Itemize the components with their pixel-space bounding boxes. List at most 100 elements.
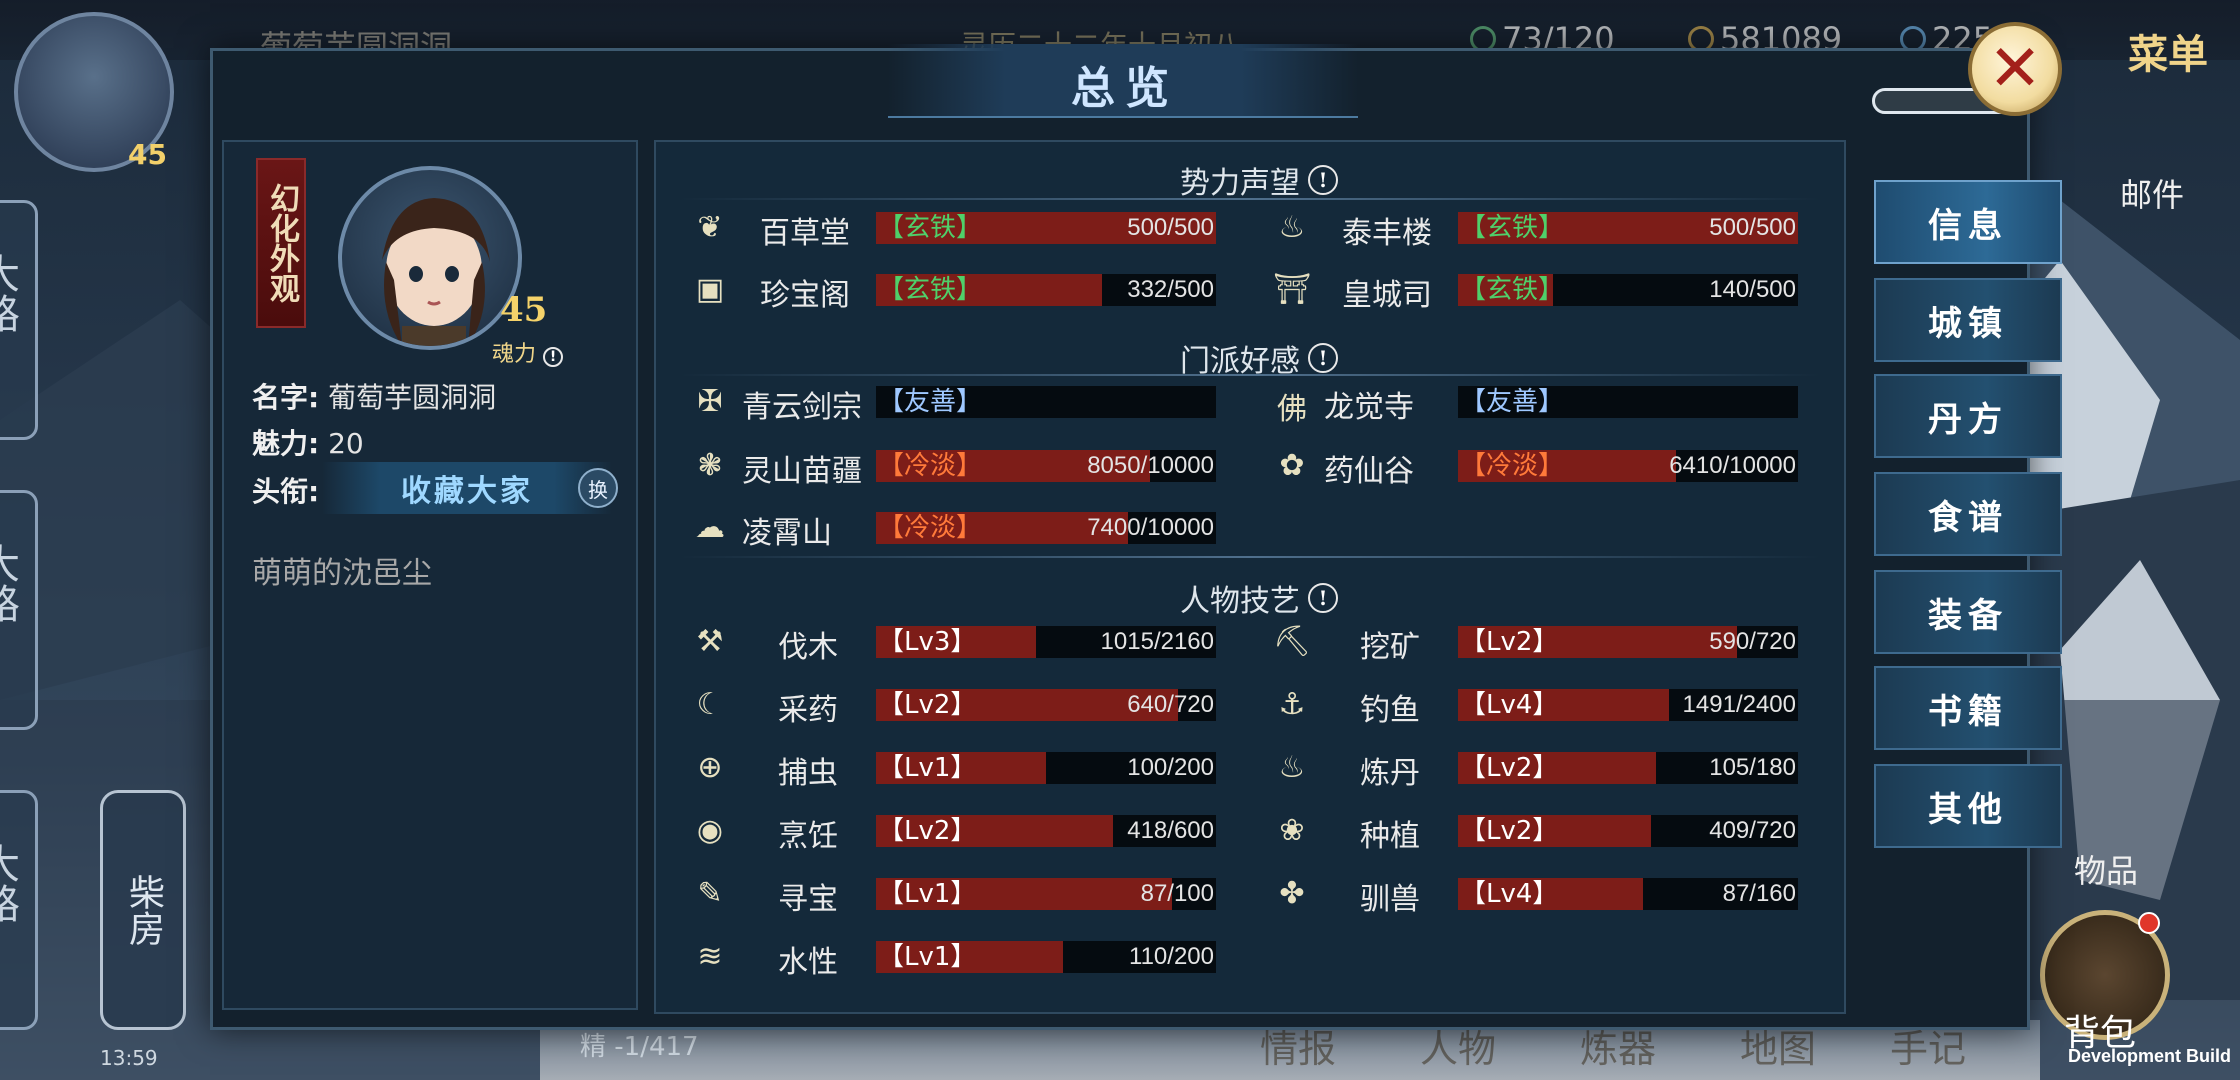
items-button[interactable]: 物品 xyxy=(2074,846,2138,892)
skill-row: ⊕ 捕虫 【Lv1】 100/200 xyxy=(690,746,1216,791)
left-road-tab-3[interactable]: 大路 xyxy=(0,790,38,1030)
axe-icon: ⚒ xyxy=(696,624,724,659)
charm-value: 20 xyxy=(328,427,364,460)
close-button[interactable]: ✕ xyxy=(1968,22,2062,116)
sect-tier-tag: 【友善】 xyxy=(878,387,983,417)
skills-section-title: 人物技艺 ! xyxy=(1180,576,1338,620)
swap-title-button[interactable]: 换 xyxy=(578,468,618,508)
skill-progress-bar: 【Lv2】 590/720 xyxy=(1458,626,1798,658)
skill-progress-bar: 【Lv2】 105/180 xyxy=(1458,752,1798,784)
reputation-row: ♨ 泰丰楼 【玄铁】 500/500 xyxy=(1272,206,1798,251)
cauldron-icon: ♨ xyxy=(1278,750,1306,785)
skill-name: 驯兽 xyxy=(1360,882,1420,917)
title-row: 头衔: xyxy=(252,470,319,510)
skill-name: 挖矿 xyxy=(1360,630,1420,665)
net-icon: ⊕ xyxy=(697,750,723,785)
soul-power-label[interactable]: 魂力 ! xyxy=(492,336,564,368)
reputation-name: 珍宝阁 xyxy=(760,278,850,313)
skill-name: 种植 xyxy=(1360,819,1420,854)
skill-name: 寻宝 xyxy=(778,882,838,917)
skill-value: 110/200 xyxy=(1129,943,1214,970)
skill-tier-tag: 【Lv2】 xyxy=(1460,816,1559,846)
tab-other[interactable]: 其他 xyxy=(1874,764,2062,848)
skill-value: 87/160 xyxy=(1722,880,1796,907)
sect-name: 青云剑宗 xyxy=(742,390,862,425)
sect-info-icon[interactable]: ! xyxy=(1308,343,1338,373)
menu-button[interactable]: 菜单 xyxy=(2128,22,2208,80)
appearance-button[interactable]: 幻化外观 xyxy=(256,158,306,328)
reputation-value: 332/500 xyxy=(1127,276,1214,303)
skill-name: 钓鱼 xyxy=(1360,693,1420,728)
sprout-icon: ❀ xyxy=(1279,813,1305,848)
left-road-tab-1[interactable]: 大路 xyxy=(0,200,38,440)
sect-row: ❃ 灵山苗疆 【冷淡】 8050/10000 xyxy=(690,444,1216,489)
skill-value: 418/600 xyxy=(1127,817,1214,844)
reputation-value: 500/500 xyxy=(1127,214,1214,241)
skill-row: ✎ 寻宝 【Lv1】 87/100 xyxy=(690,872,1216,917)
reputation-progress-bar: 【玄铁】 140/500 xyxy=(1458,274,1798,306)
name-label: 名字: xyxy=(252,381,320,414)
chest-icon: ▣ xyxy=(695,272,725,307)
sect-name: 凌霄山 xyxy=(742,516,832,551)
pot-icon: ◉ xyxy=(696,813,724,848)
skill-progress-bar: 【Lv1】 110/200 xyxy=(876,941,1216,973)
reputation-title-text: 势力声望 xyxy=(1180,166,1300,201)
sect-progress-bar: 【冷淡】 7400/10000 xyxy=(876,512,1216,544)
skill-row: ❀ 种植 【Lv2】 409/720 xyxy=(1272,809,1798,854)
section-divider xyxy=(680,556,1820,558)
skill-tier-tag: 【Lv4】 xyxy=(1460,690,1559,720)
signature-text[interactable]: 萌萌的沈邑尘 xyxy=(252,548,432,592)
reputation-row: ▣ 珍宝阁 【玄铁】 332/500 xyxy=(690,268,1216,313)
skill-name: 炼丹 xyxy=(1360,756,1420,791)
sect-tier-tag: 【冷淡】 xyxy=(1460,451,1565,481)
skill-value: 590/720 xyxy=(1709,628,1796,655)
woodshed-button[interactable]: 柴房 xyxy=(100,790,186,1030)
sect-section-title: 门派好感 ! xyxy=(1180,336,1338,380)
sect-tier-tag: 【冷淡】 xyxy=(878,513,983,543)
dish-icon: ♨ xyxy=(1278,210,1306,245)
reputation-tier-tag: 【玄铁】 xyxy=(1460,213,1565,243)
reputation-tier-tag: 【玄铁】 xyxy=(878,213,983,243)
mail-button[interactable]: 邮件 xyxy=(2120,170,2184,216)
skill-tier-tag: 【Lv2】 xyxy=(1460,627,1559,657)
skill-name: 伐木 xyxy=(778,630,838,665)
sect-progress-bar: 【友善】 xyxy=(876,386,1216,418)
skill-name: 采药 xyxy=(778,693,838,728)
skill-name: 水性 xyxy=(778,945,838,980)
sect-row: ✠ 青云剑宗 【友善】 xyxy=(690,380,1216,425)
reputation-tier-tag: 【玄铁】 xyxy=(1460,275,1565,305)
reputation-name: 泰丰楼 xyxy=(1342,216,1432,251)
skill-value: 1491/2400 xyxy=(1682,691,1796,718)
tab-recipes-alchemy[interactable]: 丹方 xyxy=(1874,374,2062,458)
sect-name: 龙觉寺 xyxy=(1324,390,1414,425)
sect-tier-tag: 【友善】 xyxy=(1460,387,1565,417)
tab-equipment[interactable]: 装备 xyxy=(1874,570,2062,654)
sect-value: 8050/10000 xyxy=(1087,452,1214,479)
skill-progress-bar: 【Lv4】 1491/2400 xyxy=(1458,689,1798,721)
title-label: 头衔: xyxy=(252,475,320,508)
skill-progress-bar: 【Lv1】 100/200 xyxy=(876,752,1216,784)
skill-value: 1015/2160 xyxy=(1100,628,1214,655)
sect-progress-bar: 【冷淡】 6410/10000 xyxy=(1458,450,1798,482)
tab-recipes-food[interactable]: 食谱 xyxy=(1874,472,2062,556)
title-badge: 收藏大家 xyxy=(322,462,612,514)
lotus-icon: ✿ xyxy=(1279,448,1305,483)
left-road-tab-2[interactable]: 大路 xyxy=(0,490,38,730)
charm-row: 魅力: 20 xyxy=(252,422,364,462)
sect-tier-tag: 【冷淡】 xyxy=(878,451,983,481)
soul-power-info-icon[interactable]: ! xyxy=(543,347,564,367)
skill-name: 烹饪 xyxy=(778,819,838,854)
skill-progress-bar: 【Lv2】 640/720 xyxy=(876,689,1216,721)
tab-books[interactable]: 书籍 xyxy=(1874,666,2062,750)
name-row: 名字: 葡萄芋圆洞洞 xyxy=(252,376,496,416)
skills-info-icon[interactable]: ! xyxy=(1308,583,1338,613)
soul-power-text: 魂力 xyxy=(492,342,537,367)
tab-info[interactable]: 信息 xyxy=(1874,180,2062,264)
reputation-progress-bar: 【玄铁】 500/500 xyxy=(1458,212,1798,244)
herb-icon: ❦ xyxy=(697,210,723,245)
sect-title-text: 门派好感 xyxy=(1180,344,1300,379)
reputation-row: ❦ 百草堂 【玄铁】 500/500 xyxy=(690,206,1216,251)
reputation-info-icon[interactable]: ! xyxy=(1308,165,1338,195)
tab-town[interactable]: 城镇 xyxy=(1874,278,2062,362)
skill-progress-bar: 【Lv4】 87/160 xyxy=(1458,878,1798,910)
